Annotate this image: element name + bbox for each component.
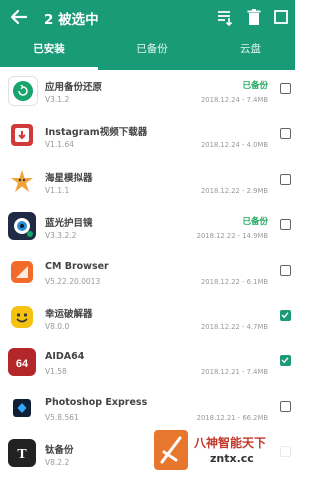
list-item[interactable]: 应用备份还原 V3.1.2 已备份 2018.12.24 - 7.4MB — [0, 70, 295, 115]
app-name: CM Browser — [45, 260, 109, 272]
app-meta: 2018.12.22 - 6.1MB — [200, 277, 268, 286]
select-checkbox[interactable] — [280, 219, 291, 231]
app-meta: 2018.12.21 - 7.4MB — [200, 368, 268, 377]
app-version: V5.22.20.0013 — [45, 276, 101, 286]
app-version: V8.2.2 — [45, 458, 70, 468]
app-name: 幸运破解器 — [45, 308, 93, 320]
select-all-button[interactable] — [270, 6, 292, 28]
select-checkbox[interactable] — [280, 128, 291, 140]
select-checkbox[interactable] — [280, 173, 291, 185]
list-item[interactable]: CM Browser V5.22.20.0013 2018.12.22 - 6.… — [0, 252, 295, 297]
select-checkbox[interactable] — [280, 83, 291, 94]
sort-button[interactable] — [214, 6, 236, 28]
app-meta: 2018.12.24 - 7.4MB — [200, 96, 268, 104]
app-version: V3.1.2 — [45, 95, 70, 104]
app-name: 钛备份 — [45, 445, 74, 457]
app-bar: 2 被选中 已安装 已备份 云盘 — [0, 0, 295, 70]
smiley-icon — [8, 302, 36, 331]
toolbar: 2 被选中 — [0, 0, 295, 34]
app-meta: 2018.12.21 - 66.2MB — [196, 413, 268, 422]
list-item[interactable]: Instagram视频下载器 V1.1.64 2018.12.24 - 4.0M… — [0, 115, 295, 160]
check-icon — [281, 312, 289, 319]
app-meta: 2018.12.22 - 4.7MB — [200, 322, 268, 331]
eye-filter-icon — [8, 212, 36, 241]
select-all-icon — [274, 10, 288, 24]
select-checkbox[interactable] — [280, 400, 291, 412]
watermark-url: zntx.cc — [210, 452, 254, 465]
app-version: V8.0.0 — [45, 321, 70, 331]
backup-restore-icon — [8, 76, 38, 106]
app-name: AIDA64 — [45, 351, 85, 363]
app-name: 蓝光护目镜 — [45, 218, 93, 230]
starfish-icon — [8, 166, 36, 195]
tab-installed[interactable]: 已安装 — [0, 34, 98, 70]
app-version: V3.3.2.2 — [45, 231, 77, 241]
sort-icon — [218, 11, 233, 27]
app-list: 应用备份还原 V3.1.2 已备份 2018.12.24 - 7.4MB Ins… — [0, 70, 295, 479]
select-checkbox[interactable] — [280, 355, 291, 367]
list-item[interactable]: 海星模拟器 V1.1.1 2018.12.22 - 2.9MB — [0, 161, 295, 206]
video-downloader-icon — [8, 121, 36, 150]
app-version: V5.8.561 — [45, 412, 79, 422]
check-icon — [281, 357, 289, 364]
app-version: V1.58 — [45, 367, 67, 377]
list-item[interactable]: Photoshop Express V5.8.561 2018.12.21 - … — [0, 388, 295, 433]
list-item[interactable]: 幸运破解器 V8.0.0 2018.12.22 - 4.7MB — [0, 297, 295, 342]
back-arrow-icon — [10, 9, 28, 25]
app-meta: 2018.12.24 - 4.0MB — [200, 141, 268, 150]
selection-count-title: 2 被选中 — [44, 12, 99, 28]
tab-bar: 已安装 已备份 云盘 — [0, 34, 295, 70]
backup-status: 已备份 — [242, 217, 268, 228]
app-name: Photoshop Express — [45, 396, 148, 408]
app-meta: 2018.12.22 - 2.9MB — [200, 186, 268, 195]
tab-backed-up[interactable]: 已备份 — [98, 34, 206, 70]
svg-text:T: T — [17, 447, 27, 462]
cm-browser-icon — [8, 257, 36, 286]
watermark-logo-icon — [154, 430, 188, 470]
tab-cloud[interactable]: 云盘 — [206, 34, 295, 70]
watermark-title: 八神智能天下 — [194, 436, 267, 450]
aida64-icon: 64 — [8, 348, 36, 377]
app-meta: 2018.12.22 - 14.9MB — [196, 232, 268, 241]
trash-icon — [247, 9, 261, 25]
select-checkbox[interactable] — [280, 309, 291, 321]
app-version: V1.1.1 — [45, 185, 70, 195]
svg-text:64: 64 — [16, 358, 29, 370]
photoshop-icon — [8, 393, 36, 422]
titanium-backup-icon: T — [8, 439, 36, 468]
list-item[interactable]: 蓝光护目镜 V3.3.2.2 已备份 2018.12.22 - 14.9MB — [0, 206, 295, 251]
app-name: 海星模拟器 — [45, 172, 93, 184]
select-checkbox[interactable] — [280, 264, 291, 276]
site-watermark: 八神智能天下 zntx.cc — [150, 428, 295, 473]
list-item[interactable]: 64 AIDA64 V1.58 2018.12.21 - 7.4MB — [0, 342, 295, 387]
app-version: V1.1.64 — [45, 140, 74, 150]
back-button[interactable] — [6, 4, 32, 30]
delete-button[interactable] — [243, 6, 265, 28]
backup-status: 已备份 — [242, 81, 268, 91]
app-name: Instagram视频下载器 — [45, 127, 148, 139]
app-name: 应用备份还原 — [45, 82, 103, 93]
